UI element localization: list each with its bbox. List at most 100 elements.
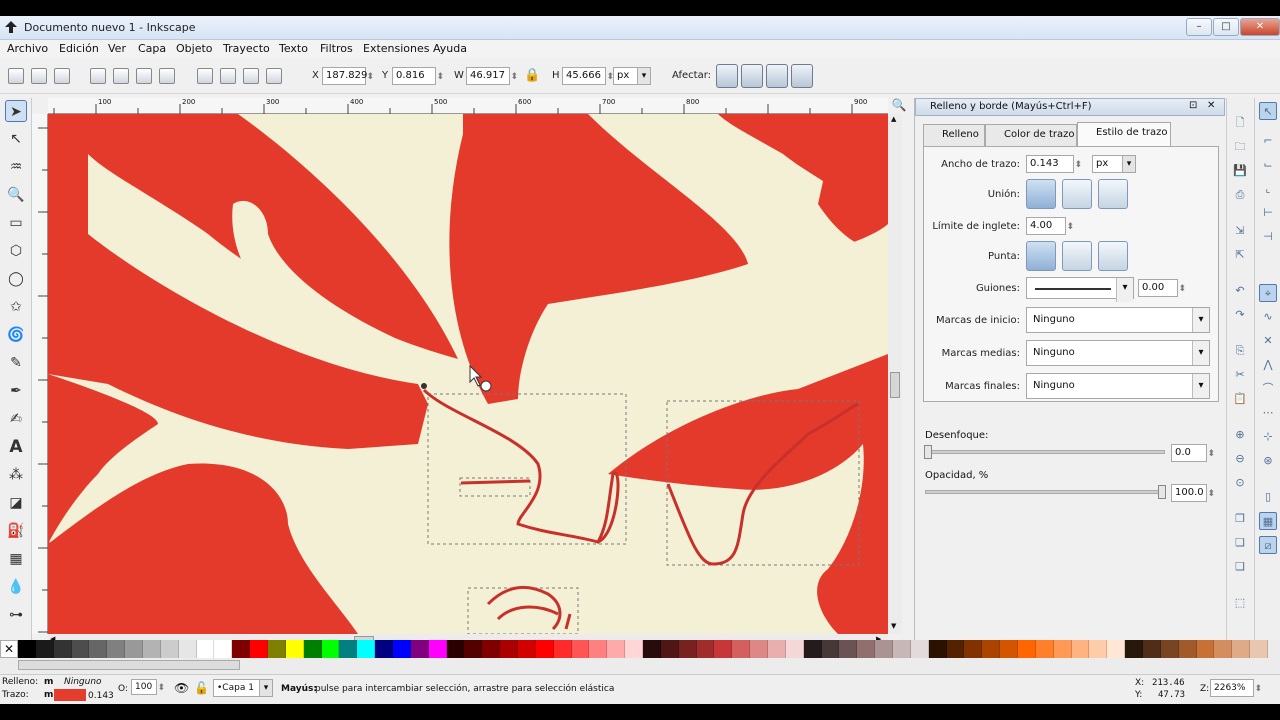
join-bevel-icon[interactable] xyxy=(1098,179,1128,209)
color-swatch[interactable] xyxy=(1160,640,1179,658)
star-tool-icon[interactable]: ✩ xyxy=(5,296,27,318)
text-tool-icon[interactable]: A xyxy=(5,436,27,458)
end-markers-select[interactable]: Ninguno xyxy=(1026,373,1210,399)
connector-tool-icon[interactable]: ⊶ xyxy=(5,604,27,626)
fill-value[interactable]: Ninguno xyxy=(64,677,102,687)
palette-scrollbar[interactable] xyxy=(18,660,240,670)
flip-vertical-icon[interactable] xyxy=(159,68,175,84)
blur-slider[interactable] xyxy=(924,445,1165,459)
color-swatch[interactable] xyxy=(875,640,893,658)
color-swatch[interactable] xyxy=(982,640,1001,658)
snap-enable-icon[interactable]: ↖ xyxy=(1259,102,1277,120)
affect-gradients-icon[interactable] xyxy=(766,64,788,88)
zoom-field[interactable]: 2263% xyxy=(1210,679,1262,697)
pen-tool-icon[interactable]: ✒ xyxy=(5,380,27,402)
color-swatch[interactable] xyxy=(1178,640,1197,658)
snap-guide-icon[interactable]: ⧄ xyxy=(1259,536,1277,554)
undo-icon[interactable]: ↶ xyxy=(1231,282,1249,300)
menu-trayecto[interactable]: Trayecto xyxy=(223,42,270,55)
color-swatch[interactable] xyxy=(18,640,36,658)
paint-bucket-tool-icon[interactable]: ⛽ xyxy=(5,520,27,542)
snap-bbox-center-icon[interactable]: ⊣ xyxy=(1259,228,1277,246)
color-swatch[interactable] xyxy=(339,640,358,658)
color-swatch[interactable] xyxy=(214,640,233,658)
unit-select[interactable]: px xyxy=(613,67,651,85)
spiral-tool-icon[interactable]: 🌀 xyxy=(5,324,27,346)
color-swatch[interactable] xyxy=(1018,640,1036,658)
color-swatch[interactable] xyxy=(125,640,143,658)
stroke-width-field[interactable]: 0.143 xyxy=(1026,155,1082,173)
snap-bbox-icon[interactable]: ⌐ xyxy=(1259,132,1277,150)
layer-visibility-icon[interactable]: 👁 xyxy=(174,681,189,695)
no-paint-swatch-icon[interactable]: ✕ xyxy=(0,640,18,658)
color-swatch[interactable] xyxy=(696,640,715,658)
join-round-icon[interactable] xyxy=(1062,179,1092,209)
start-markers-select[interactable]: Ninguno xyxy=(1026,307,1210,333)
lower-icon[interactable] xyxy=(243,68,259,84)
menu-extensiones[interactable]: Extensiones xyxy=(363,42,430,55)
unlink-clone-icon[interactable]: ❑ xyxy=(1231,558,1249,576)
color-swatch[interactable] xyxy=(714,640,733,658)
dash-offset-field[interactable]: 0.00 xyxy=(1138,279,1186,297)
color-swatch[interactable] xyxy=(1071,640,1090,658)
rotate-ccw-icon[interactable] xyxy=(90,68,106,84)
blur-field[interactable]: 0.0 xyxy=(1171,444,1215,462)
color-swatch[interactable] xyxy=(625,640,643,658)
color-swatch[interactable] xyxy=(107,640,126,658)
color-swatch[interactable] xyxy=(678,640,697,658)
status-opacity-field[interactable]: 100 xyxy=(131,679,165,695)
snap-bbox-edge-icon[interactable]: ⌙ xyxy=(1259,156,1277,174)
deselect-icon[interactable] xyxy=(54,68,70,84)
opacity-field[interactable]: 100.0 xyxy=(1171,484,1215,502)
rotate-cw-icon[interactable] xyxy=(113,68,129,84)
color-swatch[interactable] xyxy=(268,640,286,658)
gradient-tool-icon[interactable]: ▦ xyxy=(5,548,27,570)
dash-pattern-select[interactable] xyxy=(1026,277,1134,302)
print-icon[interactable]: ⎙ xyxy=(1231,186,1249,204)
open-icon[interactable]: 🗀 xyxy=(1231,138,1249,156)
save-icon[interactable]: 💾 xyxy=(1231,162,1249,180)
dialog-close-icon[interactable]: ✕ xyxy=(1207,100,1215,111)
mid-markers-select[interactable]: Ninguno xyxy=(1026,340,1210,366)
drawing-canvas[interactable] xyxy=(48,114,888,634)
raise-icon[interactable] xyxy=(220,68,236,84)
blur-slider-thumb[interactable] xyxy=(924,445,932,459)
color-swatch[interactable] xyxy=(750,640,768,658)
redo-icon[interactable]: ↷ xyxy=(1231,306,1249,324)
import-icon[interactable]: ⇲ xyxy=(1231,222,1249,240)
raise-to-top-icon[interactable] xyxy=(197,68,213,84)
affect-patterns-icon[interactable] xyxy=(791,64,813,88)
snap-midpoint-icon[interactable]: ⋯ xyxy=(1259,404,1277,422)
snap-paths-icon[interactable]: ∿ xyxy=(1259,308,1277,326)
color-swatch[interactable] xyxy=(910,640,929,658)
color-swatch[interactable] xyxy=(660,640,679,658)
color-swatch[interactable] xyxy=(1232,640,1251,658)
snap-nodes-icon[interactable]: ⌖ xyxy=(1259,284,1277,302)
zoom-tool-icon[interactable]: 🔍 xyxy=(5,184,27,206)
color-swatch[interactable] xyxy=(500,640,518,658)
lock-icon[interactable]: 🔒 xyxy=(524,68,540,84)
flip-horizontal-icon[interactable] xyxy=(136,68,152,84)
w-field[interactable]: 46.917 xyxy=(466,67,518,85)
menu-edicion[interactable]: Edición xyxy=(59,42,99,55)
duplicate-icon[interactable]: ❐ xyxy=(1231,510,1249,528)
h-field[interactable]: 45.666 xyxy=(562,67,614,85)
color-swatch[interactable] xyxy=(321,640,340,658)
tab-estilo-de-trazo[interactable]: Estilo de trazo xyxy=(1077,122,1171,146)
spray-tool-icon[interactable]: ⁂ xyxy=(5,464,27,486)
artwork[interactable] xyxy=(48,114,888,634)
affect-stroke-width-icon[interactable] xyxy=(716,64,738,88)
selector-tool-icon[interactable]: ➤ xyxy=(5,100,27,122)
cut-icon[interactable]: ✂ xyxy=(1231,366,1249,384)
color-swatch[interactable] xyxy=(589,640,608,658)
snap-bbox-midpoint-icon[interactable]: ⊢ xyxy=(1259,204,1277,222)
zoom-corner-icon[interactable]: 🔍 xyxy=(888,98,910,114)
tab-color-de-trazo[interactable]: Color de trazo xyxy=(985,124,1077,146)
color-swatch[interactable] xyxy=(446,640,465,658)
vertical-scroll-thumb[interactable] xyxy=(890,372,900,398)
color-swatch[interactable] xyxy=(1000,640,1018,658)
new-document-icon[interactable]: 🗋 xyxy=(1231,114,1249,132)
color-swatch[interactable] xyxy=(482,640,501,658)
y-field[interactable]: 0.816 xyxy=(392,67,444,85)
color-swatch[interactable] xyxy=(768,640,786,658)
